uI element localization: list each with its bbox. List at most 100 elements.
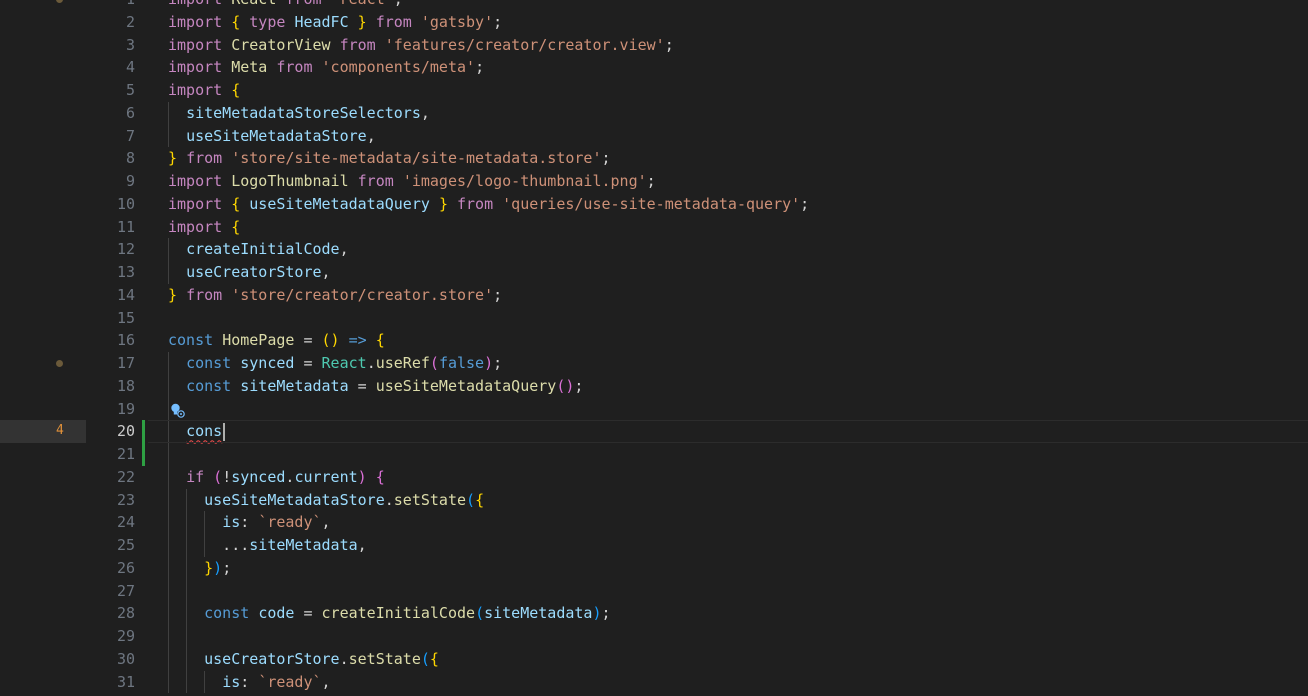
code-token: const: [186, 354, 241, 372]
code-token: synced: [231, 467, 286, 486]
line-code[interactable]: import {: [168, 216, 240, 239]
code-line[interactable]: 30 useCreatorStore.setState({: [0, 647, 1308, 671]
line-code[interactable]: useSiteMetadataStore.setState({: [168, 489, 484, 512]
code-token: =: [303, 331, 322, 350]
code-line[interactable]: 9 import LogoThumbnail from 'images/logo-…: [0, 170, 1308, 193]
code-line[interactable]: 14} from 'store/creator/creator.store';: [0, 284, 1308, 307]
added-line-marker[interactable]: [142, 443, 145, 466]
line-code[interactable]: cons: [168, 420, 226, 443]
code-line[interactable]: 26 });: [0, 556, 1308, 580]
diff-count-label: 4: [56, 423, 64, 439]
code-line[interactable]: 2 import { type HeadFC } from 'gatsby';: [0, 11, 1308, 34]
line-code[interactable]: ...siteMetadata,: [168, 534, 367, 557]
code-token: `ready`: [258, 672, 322, 691]
line-number: 19: [116, 399, 135, 418]
code-token: ;: [664, 35, 674, 54]
code-token: ,: [339, 240, 349, 259]
code-token: (: [429, 354, 439, 372]
line-code[interactable]: createInitialCode,: [168, 238, 349, 261]
lightbulb-icon[interactable]: [169, 402, 185, 418]
code-line[interactable]: 11 import {: [0, 216, 1308, 239]
code-token: .: [384, 490, 394, 509]
line-code[interactable]: import {: [168, 79, 240, 102]
line-number: 18: [116, 376, 135, 395]
code-line[interactable]: 31 is: `ready`,: [0, 670, 1308, 694]
line-code[interactable]: import { type HeadFC } from 'gatsby';: [168, 11, 502, 34]
code-line[interactable]: 3 import CreatorView from 'features/creat…: [0, 34, 1308, 57]
code-line[interactable]: 15: [0, 307, 1308, 330]
code-line[interactable]: 19: [0, 397, 1308, 421]
code-token: {: [231, 217, 241, 236]
code-line[interactable]: 4 20 cons: [0, 420, 1308, 443]
line-code[interactable]: } from 'store/site-metadata/site-metadat…: [168, 147, 611, 170]
code-line[interactable]: 22 if (!synced.current) {: [0, 465, 1308, 489]
code-token: =: [303, 604, 322, 623]
line-code[interactable]: is: `ready`,: [168, 511, 330, 534]
code-line[interactable]: 28 const code = createInitialCode(siteMe…: [0, 602, 1308, 625]
line-code[interactable]: siteMetadataStoreSelectors,: [168, 102, 430, 125]
line-code[interactable]: useSiteMetadataStore,: [168, 125, 376, 148]
line-number: 25: [116, 536, 135, 554]
code-token: .: [339, 649, 349, 668]
code-token: (: [213, 467, 223, 486]
line-code[interactable]: import CreatorView from 'features/creato…: [168, 34, 674, 57]
line-code[interactable]: is: `ready`,: [168, 671, 330, 694]
editor-lines[interactable]: 1 import React from 'react'; 2 import { typ…: [0, 0, 1308, 694]
code-line[interactable]: 12 createInitialCode,: [0, 238, 1308, 261]
code-editor[interactable]: 1 import React from 'react'; 2 import { typ…: [0, 0, 1308, 696]
code-line[interactable]: 25 ...siteMetadata,: [0, 534, 1308, 557]
line-code[interactable]: });: [168, 557, 231, 580]
code-token: createInitialCode: [186, 240, 340, 259]
code-token: }: [204, 558, 214, 577]
indent-guide: [186, 579, 188, 603]
line-code[interactable]: useCreatorStore.setState({: [168, 648, 439, 671]
diff-count-badge[interactable]: 4: [0, 420, 86, 443]
code-line[interactable]: 10 import { useSiteMetadataQuery } from '…: [0, 193, 1308, 216]
line-code[interactable]: import LogoThumbnail from 'images/logo-t…: [168, 170, 656, 193]
code-token: code: [258, 604, 304, 623]
line-code[interactable]: const code = createInitialCode(siteMetad…: [168, 602, 610, 625]
line-number: 15: [116, 308, 135, 327]
code-token: siteMetadata: [240, 376, 358, 395]
line-code[interactable]: useCreatorStore,: [168, 261, 331, 284]
line-code[interactable]: if (!synced.current) {: [168, 466, 385, 489]
code-line[interactable]: 4 import Meta from 'components/meta';: [0, 56, 1308, 79]
code-token: false: [438, 354, 485, 372]
code-line[interactable]: 6 siteMetadataStoreSelectors,: [0, 101, 1308, 125]
code-token: ,: [321, 263, 331, 281]
code-line[interactable]: 23 useSiteMetadataStore.setState({: [0, 488, 1308, 512]
line-code[interactable]: const HomePage = () => {: [168, 329, 385, 352]
code-line[interactable]: 13 useCreatorStore,: [0, 261, 1308, 284]
code-line[interactable]: 24 is: `ready`,: [0, 511, 1308, 534]
code-line[interactable]: 18 const siteMetadata = useSiteMetadataQ…: [0, 374, 1308, 398]
breakpoint-hint-icon[interactable]: [56, 360, 63, 367]
code-token: ;: [800, 194, 810, 213]
added-line-marker[interactable]: [142, 420, 145, 443]
breakpoint-hint-icon[interactable]: [56, 0, 63, 3]
line-code[interactable]: import { useSiteMetadataQuery } from 'qu…: [168, 193, 809, 216]
code-token: 'queries/use-site-metadata-query': [502, 194, 801, 213]
code-line[interactable]: 8} from 'store/site-metadata/site-metada…: [0, 147, 1308, 170]
code-line[interactable]: 16 const HomePage = () => {: [0, 329, 1308, 352]
code-line[interactable]: 29: [0, 625, 1308, 648]
code-token: ;: [574, 376, 584, 395]
line-code[interactable]: } from 'store/creator/creator.store';: [168, 284, 502, 307]
code-line[interactable]: 1 import React from 'react';: [0, 0, 1308, 11]
line-code[interactable]: import React from 'react';: [168, 0, 403, 11]
indent-guide: [186, 625, 188, 648]
code-line[interactable]: 7 useSiteMetadataStore,: [0, 124, 1308, 148]
line-number: 28: [116, 604, 135, 623]
code-token: ;: [646, 172, 656, 190]
line-code[interactable]: const siteMetadata = useSiteMetadataQuer…: [168, 375, 583, 398]
code-line[interactable]: 5 import {: [0, 79, 1308, 102]
indent-guide: [168, 443, 169, 466]
line-code[interactable]: const synced = React.useRef(false);: [168, 352, 502, 375]
code-line[interactable]: 21: [0, 443, 1308, 466]
code-line[interactable]: 27: [0, 579, 1308, 603]
line-code[interactable]: import Meta from 'components/meta';: [168, 56, 484, 79]
code-line[interactable]: 17 const synced = React.useRef(false);: [0, 352, 1308, 375]
code-token: import: [168, 35, 232, 54]
